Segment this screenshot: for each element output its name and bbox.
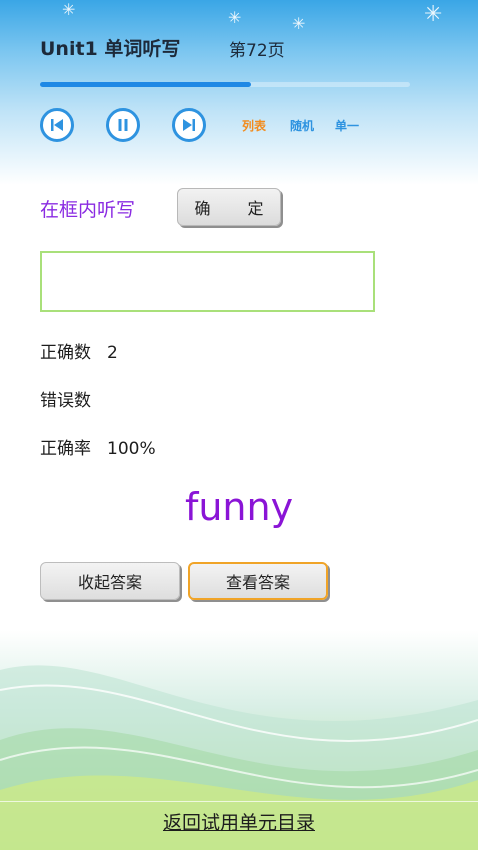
skip-previous-icon <box>51 119 63 131</box>
confirm-button[interactable]: 确 定 <box>177 188 281 226</box>
correct-count-row: 正确数 2 <box>40 338 118 363</box>
snowflake-icon: ✳ <box>424 2 443 27</box>
pause-icon <box>118 119 128 131</box>
snowflake-icon: ✳ <box>228 8 242 27</box>
correct-count-label: 正确数 <box>40 343 91 363</box>
divider <box>0 801 478 802</box>
hide-answer-button[interactable]: 收起答案 <box>40 562 180 600</box>
header-background <box>0 0 478 185</box>
mode-single-button[interactable]: 单一 <box>335 117 359 134</box>
dictation-input[interactable] <box>40 251 375 312</box>
progress-fill <box>40 82 251 87</box>
answer-word: funny <box>184 485 294 529</box>
show-answer-button[interactable]: 查看答案 <box>188 562 328 600</box>
pause-button[interactable] <box>106 108 140 142</box>
correct-count-value: 2 <box>107 343 118 363</box>
wrong-count-label: 错误数 <box>40 391 91 411</box>
page-number: 第72页 <box>229 41 285 61</box>
accuracy-value: 100% <box>107 439 156 459</box>
previous-button[interactable] <box>40 108 74 142</box>
accuracy-label: 正确率 <box>40 439 91 459</box>
dictation-prompt: 在框内听写 <box>40 199 136 221</box>
mode-list-button[interactable]: 列表 <box>242 117 266 134</box>
mode-random-button[interactable]: 随机 <box>290 117 314 134</box>
page-title: Unit1 单词听写 <box>40 38 181 60</box>
wrong-count-row: 错误数 <box>40 386 107 411</box>
progress-bar <box>40 82 410 87</box>
next-button[interactable] <box>172 108 206 142</box>
snowflake-icon: ✳ <box>62 0 76 19</box>
page: ✳ ✳ ✳ ✳ Unit1 单词听写 第72页 列表 随机 单一 在框内听写 确… <box>0 0 478 850</box>
skip-next-icon <box>183 119 195 131</box>
snowflake-icon: ✳ <box>292 14 306 33</box>
accuracy-row: 正确率 100% <box>40 434 156 459</box>
back-to-units-link[interactable]: 返回试用单元目录 <box>0 808 478 835</box>
